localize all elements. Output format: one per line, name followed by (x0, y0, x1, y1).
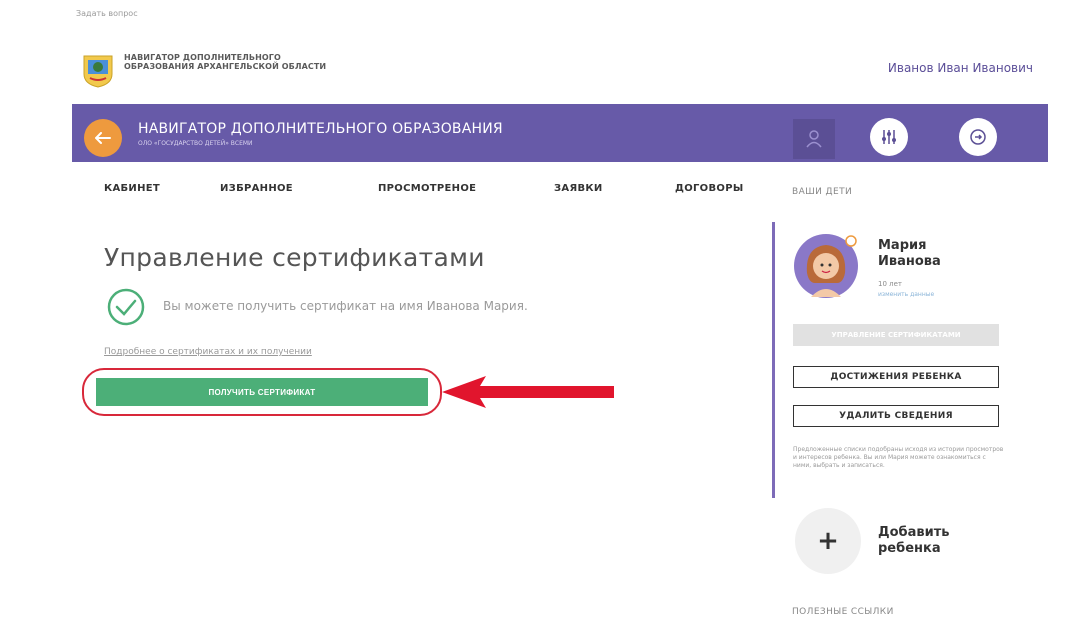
user-icon (806, 130, 822, 148)
tab-favorites[interactable]: ИЗБРАННОЕ (220, 183, 293, 194)
check-circle-icon (107, 288, 145, 326)
arrow-left-icon (95, 132, 111, 144)
certificate-more-link[interactable]: Подробнее о сертификатах и их получении (104, 347, 312, 357)
get-certificate-button[interactable]: ПОЛУЧИТЬ СЕРТИФИКАТ (96, 378, 428, 406)
user-name-link[interactable]: Иванов Иван Иванович (888, 61, 1033, 75)
delete-info-button[interactable]: УДАЛИТЬ СВЕДЕНИЯ (793, 405, 999, 427)
child-name: Мария Иванова (878, 238, 941, 269)
logout-button[interactable] (959, 118, 997, 156)
child-card-accent (772, 222, 775, 498)
cabinet-tabs: КАБИНЕТ ИЗБРАННОЕ ПРОСМОТРЕНОЕ ЗАЯВКИ ДО… (104, 183, 754, 203)
child-achievements-button[interactable]: ДОСТИЖЕНИЯ РЕБЕНКА (793, 366, 999, 388)
manage-certificates-button[interactable]: УПРАВЛЕНИЕ СЕРТИФИКАТАМИ (793, 324, 999, 346)
tab-cabinet[interactable]: КАБИНЕТ (104, 183, 160, 194)
plus-icon: + (817, 526, 839, 556)
coat-of-arms-icon (83, 55, 113, 88)
recommendations-note: Предложенные списки подобраны исходя из … (793, 446, 1004, 469)
edit-child-link[interactable]: изменить данные (878, 291, 934, 298)
nav-bar-title: НАВИГАТОР ДОПОЛНИТЕЛЬНОГО ОБРАЗОВАНИЯ (138, 121, 503, 137)
certificate-info-text: Вы можете получить сертификат на имя Ива… (163, 299, 528, 313)
red-arrow-annotation (442, 376, 614, 408)
nav-bar-subtitle: ОЛО «ГОСУДАРСТВО ДЕТЕЙ» ВСЕМИ (138, 140, 253, 147)
logo-text[interactable]: НАВИГАТОР ДОПОЛНИТЕЛЬНОГО ОБРАЗОВАНИЯ АР… (124, 53, 344, 71)
tab-contracts[interactable]: ДОГОВОРЫ (675, 183, 744, 194)
tab-applications[interactable]: ЗАЯВКИ (554, 183, 603, 194)
page-title: Управление сертификатами (104, 243, 485, 272)
useful-links-title: ПОЛЕЗНЫЕ ССЫЛКИ (792, 607, 894, 617)
add-child-button[interactable]: + (795, 508, 861, 574)
child-age: 10 лет (878, 280, 902, 288)
sliders-icon (882, 130, 896, 144)
child-avatar[interactable] (793, 233, 859, 299)
ask-question-link[interactable]: Задать вопрос (76, 9, 138, 18)
add-child-label[interactable]: Добавить ребенка (878, 525, 978, 557)
tab-viewed[interactable]: ПРОСМОТРЕНОЕ (378, 183, 476, 194)
logout-icon (970, 129, 986, 145)
profile-button[interactable] (793, 119, 835, 159)
filter-button[interactable] (870, 118, 908, 156)
your-children-title: ВАШИ ДЕТИ (792, 187, 853, 197)
back-button[interactable] (84, 119, 122, 157)
